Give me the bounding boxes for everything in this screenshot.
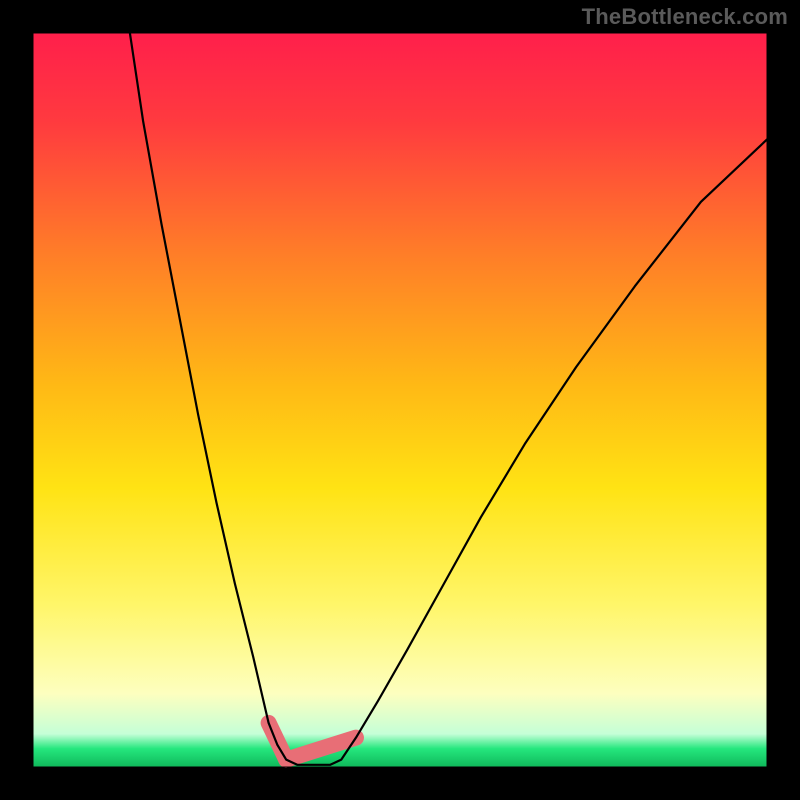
chart-svg <box>0 0 800 800</box>
plot-bg <box>33 33 767 767</box>
chart-stage: TheBottleneck.com <box>0 0 800 800</box>
watermark-text: TheBottleneck.com <box>582 4 788 30</box>
